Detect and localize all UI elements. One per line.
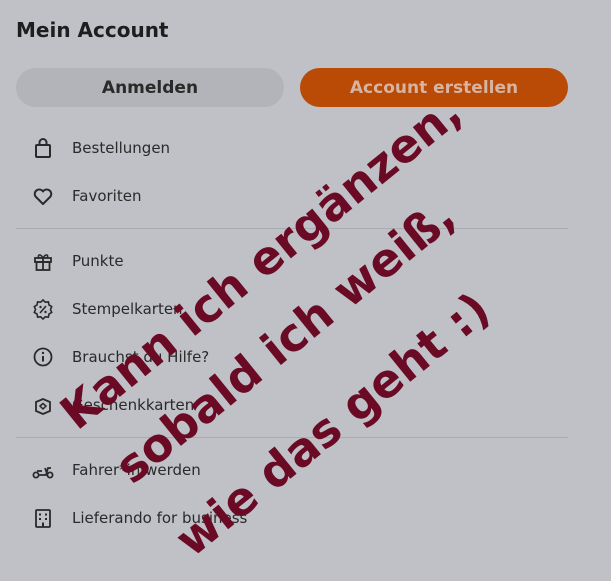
menu-item-stamp-cards[interactable]: Stempelkarten	[30, 292, 570, 326]
menu-item-label: Lieferando for business	[72, 509, 248, 527]
page-title: Mein Account	[16, 18, 169, 42]
building-icon	[30, 505, 56, 531]
gift-icon	[30, 248, 56, 274]
menu-item-gift-cards[interactable]: Geschenkkarten	[30, 388, 570, 422]
create-account-button[interactable]: Account erstellen	[300, 68, 568, 107]
login-button[interactable]: Anmelden	[16, 68, 284, 107]
divider	[16, 228, 568, 229]
heart-icon	[30, 183, 56, 209]
menu-item-label: Geschenkkarten	[72, 396, 195, 414]
menu-item-business[interactable]: Lieferando for business	[30, 501, 570, 535]
divider	[16, 437, 568, 438]
menu-item-help[interactable]: Brauchst du Hilfe?	[30, 340, 570, 374]
shopping-bag-icon	[30, 135, 56, 161]
menu-item-label: Brauchst du Hilfe?	[72, 348, 210, 366]
info-icon	[30, 344, 56, 370]
percent-badge-icon	[30, 296, 56, 322]
menu-item-orders[interactable]: Bestellungen	[30, 131, 570, 165]
gift-card-icon	[30, 392, 56, 418]
menu-item-label: Fahrer*in werden	[72, 461, 201, 479]
menu-item-label: Bestellungen	[72, 139, 171, 157]
login-button-label: Anmelden	[101, 77, 199, 98]
menu-item-label: Favoriten	[72, 187, 142, 205]
create-account-button-label: Account erstellen	[349, 77, 519, 98]
menu-item-become-driver[interactable]: Fahrer*in werden	[30, 453, 570, 487]
menu-item-favorites[interactable]: Favoriten	[30, 179, 570, 213]
scooter-icon	[30, 457, 56, 483]
menu-item-label: Punkte	[72, 252, 124, 270]
menu-item-label: Stempelkarten	[72, 300, 183, 318]
menu-item-points[interactable]: Punkte	[30, 244, 570, 278]
